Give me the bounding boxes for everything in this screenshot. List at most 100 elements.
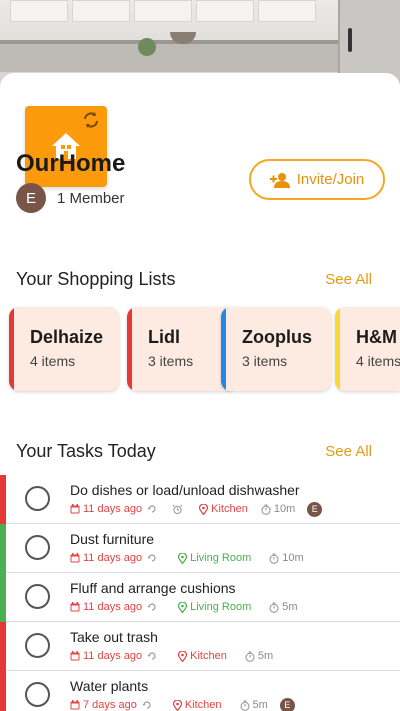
task-duration-text: 10m xyxy=(273,503,296,515)
sync-icon[interactable] xyxy=(81,110,101,130)
invite-join-label: Invite/Join xyxy=(296,171,365,188)
task-ago-text: 11 days ago xyxy=(83,552,143,564)
task-row[interactable]: Water plants 7 days ago Kitchen 5m E xyxy=(0,671,400,711)
calendar-icon xyxy=(70,651,80,661)
task-duration: 5m xyxy=(269,601,298,613)
task-duration: 5m xyxy=(239,699,268,711)
task-meta: 7 days ago Kitchen 5m E xyxy=(70,697,295,711)
task-room: Kitchen xyxy=(199,503,248,515)
add-person-icon xyxy=(269,172,290,188)
task-title: Take out trash xyxy=(70,629,158,645)
repeat-icon xyxy=(142,701,151,709)
task-repeat xyxy=(147,602,160,612)
task-complete-checkbox[interactable] xyxy=(25,535,50,560)
task-complete-checkbox[interactable] xyxy=(25,486,50,511)
cabinet xyxy=(72,0,130,22)
cabinet xyxy=(10,0,68,22)
list-name: H&M xyxy=(356,327,397,347)
list-color-stripe xyxy=(127,307,132,391)
task-title: Water plants xyxy=(70,678,149,694)
timer-icon xyxy=(245,651,255,662)
task-ago-text: 11 days ago xyxy=(83,503,143,515)
task-complete-checkbox[interactable] xyxy=(25,633,50,658)
shopping-list-card[interactable]: Delhaize 4 items xyxy=(9,307,119,391)
location-pin-icon xyxy=(178,601,188,613)
timer-icon xyxy=(261,504,271,515)
task-list: Do dishes or load/unload dishwasher 11 d… xyxy=(0,475,400,711)
task-row[interactable]: Dust furniture 11 days ago Living Room 1… xyxy=(0,524,400,573)
list-name: Zooplus xyxy=(242,327,312,347)
shopping-list-card[interactable]: H&M 4 items xyxy=(335,307,400,391)
home-name: OurHome xyxy=(16,150,126,177)
tasks-title: Your Tasks Today xyxy=(16,441,156,461)
task-room-text: Living Room xyxy=(190,601,252,613)
task-room-text: Kitchen xyxy=(211,503,248,515)
location-pin-icon xyxy=(178,552,188,564)
task-repeat xyxy=(147,553,160,563)
list-name: Lidl xyxy=(148,327,180,347)
task-priority-bar xyxy=(0,524,6,573)
task-meta: 11 days ago Living Room 10m xyxy=(70,551,304,565)
task-last-done: 11 days ago xyxy=(70,601,142,613)
shopping-list-card[interactable]: Zooplus 3 items xyxy=(221,307,331,391)
task-duration: 5m xyxy=(245,650,273,662)
task-duration: 10m xyxy=(261,503,295,515)
timer-icon xyxy=(269,553,279,564)
task-complete-checkbox[interactable] xyxy=(25,682,50,707)
list-item-count: 4 items xyxy=(356,353,400,369)
calendar-icon xyxy=(70,504,80,514)
location-pin-icon xyxy=(172,699,182,711)
task-priority-bar xyxy=(0,622,6,671)
repeat-icon xyxy=(147,554,156,562)
repeat-icon xyxy=(147,505,156,513)
list-item-count: 3 items xyxy=(148,353,194,369)
cabinet xyxy=(134,0,192,22)
calendar-icon xyxy=(70,602,80,612)
task-ago-text: 11 days ago xyxy=(83,601,143,613)
shopping-see-all-link[interactable]: See All xyxy=(325,271,372,288)
avatar: E xyxy=(16,183,46,213)
cabinet xyxy=(258,0,316,22)
alarm-icon xyxy=(172,504,183,514)
shopping-lists-title: Your Shopping Lists xyxy=(16,269,176,289)
list-name: Delhaize xyxy=(30,327,104,347)
invite-join-button[interactable]: Invite/Join xyxy=(249,159,385,200)
timer-icon xyxy=(269,602,279,613)
task-duration-text: 5m xyxy=(252,699,268,711)
task-row[interactable]: Fluff and arrange cushions 11 days ago L… xyxy=(0,573,400,622)
task-duration: 10m xyxy=(269,552,304,564)
task-room-text: Living Room xyxy=(190,552,252,564)
tasks-see-all-link[interactable]: See All xyxy=(325,443,372,460)
task-title: Do dishes or load/unload dishwasher xyxy=(70,482,300,498)
repeat-icon xyxy=(147,603,156,611)
shopping-lists-carousel[interactable]: Delhaize 4 items Lidl 3 items Zooplus 3 … xyxy=(0,307,400,391)
task-repeat xyxy=(142,700,155,710)
task-repeat xyxy=(147,504,160,514)
task-room: Living Room xyxy=(178,552,251,564)
task-complete-checkbox[interactable] xyxy=(25,584,50,609)
task-alarm xyxy=(172,504,186,515)
task-duration-text: 5m xyxy=(257,650,274,662)
task-room: Living Room xyxy=(178,601,251,613)
member-count: 1 Member xyxy=(57,189,125,207)
task-title: Fluff and arrange cushions xyxy=(70,580,236,596)
task-priority-bar xyxy=(0,573,6,622)
task-duration-text: 5m xyxy=(282,601,298,613)
task-priority-bar xyxy=(0,671,6,711)
plant xyxy=(138,38,156,56)
task-assignee-avatar: E xyxy=(279,697,295,711)
task-row[interactable]: Do dishes or load/unload dishwasher 11 d… xyxy=(0,475,400,524)
task-ago-text: 11 days ago xyxy=(83,650,143,662)
calendar-icon xyxy=(70,700,80,710)
task-meta: 11 days ago Kitchen 10m E xyxy=(70,501,323,517)
task-room-text: Kitchen xyxy=(190,650,227,662)
task-row[interactable]: Take out trash 11 days ago Kitchen 5m xyxy=(0,622,400,671)
timer-icon xyxy=(239,700,250,711)
list-item-count: 4 items xyxy=(30,353,76,369)
cabinet xyxy=(196,0,254,22)
task-last-done: 11 days ago xyxy=(70,552,142,564)
list-color-stripe xyxy=(9,307,14,391)
task-repeat xyxy=(147,651,160,661)
task-meta: 11 days ago Living Room 5m xyxy=(70,600,298,614)
member-row[interactable]: E 1 Member xyxy=(16,183,125,213)
